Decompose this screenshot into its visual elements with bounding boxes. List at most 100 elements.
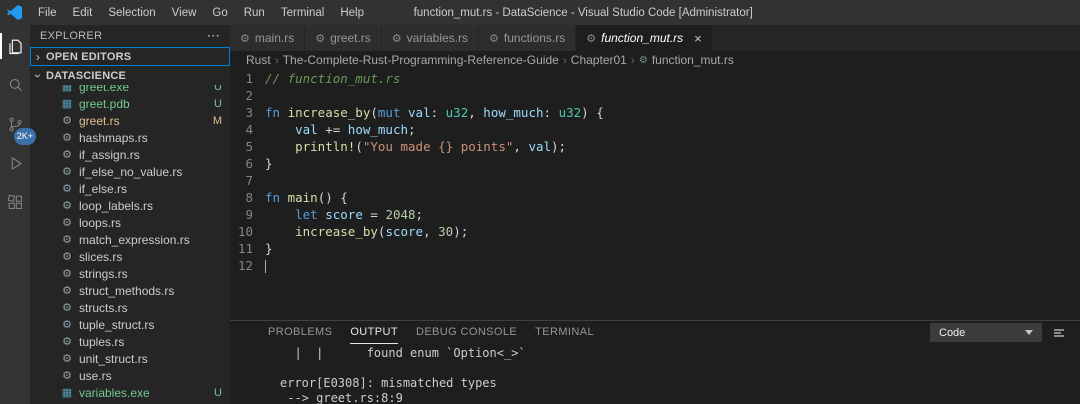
file-strings.rs[interactable]: ⚙ strings.rs bbox=[30, 265, 230, 282]
breadcrumb-item[interactable]: function_mut.rs bbox=[652, 53, 734, 67]
line-number: 6 bbox=[245, 156, 253, 171]
menu-edit[interactable]: Edit bbox=[65, 3, 101, 23]
menu-bar: File Edit Selection View Go Run Terminal Help bbox=[30, 3, 372, 23]
code-line: increase_by(score, 30); bbox=[295, 224, 469, 239]
line-number: 11 bbox=[237, 241, 253, 256]
file-name: greet.pdb bbox=[79, 96, 130, 111]
menu-terminal[interactable]: Terminal bbox=[273, 3, 332, 23]
rust-file-icon: ⚙ bbox=[62, 370, 72, 382]
chevron-right-icon: › bbox=[562, 53, 567, 67]
line-number: 7 bbox=[245, 173, 253, 188]
tab-variables.rs[interactable]: ⚙ variables.rs bbox=[381, 25, 480, 51]
rust-file-icon: ⚙ bbox=[62, 149, 72, 161]
rust-file-icon: ⚙ bbox=[62, 234, 72, 246]
activity-source-control[interactable]: 2K+ bbox=[0, 111, 36, 145]
rust-file-icon: ⚙ bbox=[62, 115, 72, 127]
tab-label: function_mut.rs bbox=[601, 31, 684, 45]
rust-file-icon: ⚙ bbox=[62, 268, 72, 280]
menu-view[interactable]: View bbox=[164, 3, 205, 23]
section-open-editors[interactable]: › OPEN EDITORS bbox=[30, 47, 230, 66]
file-loop_labels.rs[interactable]: ⚙ loop_labels.rs bbox=[30, 197, 230, 214]
file-structs.rs[interactable]: ⚙ structs.rs bbox=[30, 299, 230, 316]
panel-tabs: PROBLEMS OUTPUT DEBUG CONSOLE TERMINAL bbox=[268, 321, 612, 344]
line-number-gutter: 1 2 3 4 5 6 7 8 9 10 11 12 bbox=[230, 70, 253, 320]
line-number: 5 bbox=[245, 139, 253, 154]
file-use.rs[interactable]: ⚙ use.rs bbox=[30, 367, 230, 384]
code-line: println!("You made {} points", val); bbox=[295, 139, 567, 154]
line-number: 2 bbox=[245, 88, 253, 103]
panel-actions-icon[interactable] bbox=[1052, 326, 1066, 340]
line-number: 3 bbox=[245, 105, 253, 120]
tab-functions.rs[interactable]: ⚙ functions.rs bbox=[479, 25, 577, 51]
close-icon[interactable]: × bbox=[694, 31, 702, 46]
rust-file-icon: ⚙ bbox=[62, 251, 72, 263]
rust-file-icon: ⚙ bbox=[638, 54, 648, 66]
menu-run[interactable]: Run bbox=[236, 3, 273, 23]
rust-file-icon: ⚙ bbox=[586, 32, 597, 45]
file-greet.rs[interactable]: ⚙ greet.rs M bbox=[30, 112, 230, 129]
code-editor[interactable]: 1 2 3 4 5 6 7 8 9 10 11 12 // function_mut.rs fn inc… bbox=[230, 69, 1080, 320]
tab-label: main.rs bbox=[254, 31, 295, 45]
tab-function_mut.rs[interactable]: ⚙ function_mut.rs × bbox=[576, 25, 713, 51]
tab-main.rs[interactable]: ⚙ main.rs bbox=[230, 25, 306, 51]
file-name: hashmaps.rs bbox=[79, 130, 148, 145]
menu-help[interactable]: Help bbox=[332, 3, 372, 23]
breadcrumb-item[interactable]: The-Complete-Rust-Programming-Reference-… bbox=[283, 53, 559, 67]
breadcrumb: Rust › The-Complete-Rust-Programming-Refer… bbox=[230, 51, 1080, 69]
file-slices.rs[interactable]: ⚙ slices.rs bbox=[30, 248, 230, 265]
file-name: structs.rs bbox=[79, 300, 128, 315]
breadcrumb-item[interactable]: Chapter01 bbox=[571, 53, 627, 67]
menu-selection[interactable]: Selection bbox=[100, 3, 163, 23]
file-tuple_struct.rs[interactable]: ⚙ tuple_struct.rs bbox=[30, 316, 230, 333]
file-unit_struct.rs[interactable]: ⚙ unit_struct.rs bbox=[30, 350, 230, 367]
line-number: 8 bbox=[245, 190, 253, 205]
file-name: loop_labels.rs bbox=[79, 198, 154, 213]
files-icon bbox=[6, 37, 25, 56]
output-line: | | found enum `Option<_>` bbox=[280, 346, 526, 360]
file-if_assign.rs[interactable]: ⚙ if_assign.rs bbox=[30, 146, 230, 163]
file-tuples.rs[interactable]: ⚙ tuples.rs bbox=[30, 333, 230, 350]
activity-explorer[interactable] bbox=[0, 33, 30, 59]
file-loops.rs[interactable]: ⚙ loops.rs bbox=[30, 214, 230, 231]
output-console[interactable]: | | found enum `Option<_>` error[E0308]:… bbox=[230, 344, 1080, 404]
section-datascience[interactable]: › DATASCIENCE bbox=[30, 66, 230, 85]
output-line: error[E0308]: mismatched types bbox=[280, 376, 497, 390]
window-title: function_mut.rs - DataScience - Visual S… bbox=[413, 6, 753, 19]
bottom-panel: PROBLEMS OUTPUT DEBUG CONSOLE TERMINAL Code… bbox=[230, 320, 1080, 404]
output-channel-select[interactable]: Code bbox=[930, 323, 1042, 342]
section-label: DATASCIENCE bbox=[46, 69, 127, 82]
activity-search[interactable] bbox=[0, 72, 30, 98]
file-match_expression.rs[interactable]: ⚙ match_expression.rs bbox=[30, 231, 230, 248]
panel-tab-problems[interactable]: PROBLEMS bbox=[268, 321, 332, 344]
search-icon bbox=[6, 76, 25, 95]
menu-go[interactable]: Go bbox=[204, 3, 235, 23]
activity-run-debug[interactable] bbox=[0, 150, 30, 176]
file-if_else.rs[interactable]: ⚙ if_else.rs bbox=[30, 180, 230, 197]
file-greet.pdb[interactable]: ▦ greet.pdb U bbox=[30, 95, 230, 112]
file-name: if_else_no_value.rs bbox=[79, 164, 183, 179]
exe-file-icon: ▦ bbox=[61, 85, 73, 93]
code-line: // function_mut.rs bbox=[265, 71, 401, 86]
line-number: 4 bbox=[245, 122, 253, 137]
more-actions-icon[interactable]: ⋯ bbox=[207, 28, 220, 44]
file-name: greet.rs bbox=[79, 113, 120, 128]
panel-tab-terminal[interactable]: TERMINAL bbox=[535, 321, 594, 344]
breadcrumb-item[interactable]: Rust bbox=[246, 53, 271, 67]
sidebar: EXPLORER ⋯ › OPEN EDITORS › DATASCIENCE … bbox=[30, 25, 230, 404]
git-status-badge: M bbox=[212, 114, 222, 127]
code-line: fn main() { bbox=[265, 190, 348, 205]
file-hashmaps.rs[interactable]: ⚙ hashmaps.rs bbox=[30, 129, 230, 146]
activity-extensions[interactable] bbox=[0, 189, 30, 215]
file-if_else_no_value.rs[interactable]: ⚙ if_else_no_value.rs bbox=[30, 163, 230, 180]
file-variables.exe[interactable]: ▦ variables.exe U bbox=[30, 384, 230, 401]
file-greet.exe[interactable]: ▦ greet.exe U bbox=[30, 85, 230, 95]
rust-file-icon: ⚙ bbox=[62, 336, 72, 348]
panel-tab-output[interactable]: OUTPUT bbox=[350, 321, 398, 344]
rust-file-icon: ⚙ bbox=[391, 32, 402, 45]
menu-file[interactable]: File bbox=[30, 3, 65, 23]
file-struct_methods.rs[interactable]: ⚙ struct_methods.rs bbox=[30, 282, 230, 299]
rust-file-icon: ⚙ bbox=[489, 32, 499, 45]
tab-greet.rs[interactable]: ⚙ greet.rs bbox=[305, 25, 382, 51]
panel-tab-debug-console[interactable]: DEBUG CONSOLE bbox=[416, 321, 517, 344]
